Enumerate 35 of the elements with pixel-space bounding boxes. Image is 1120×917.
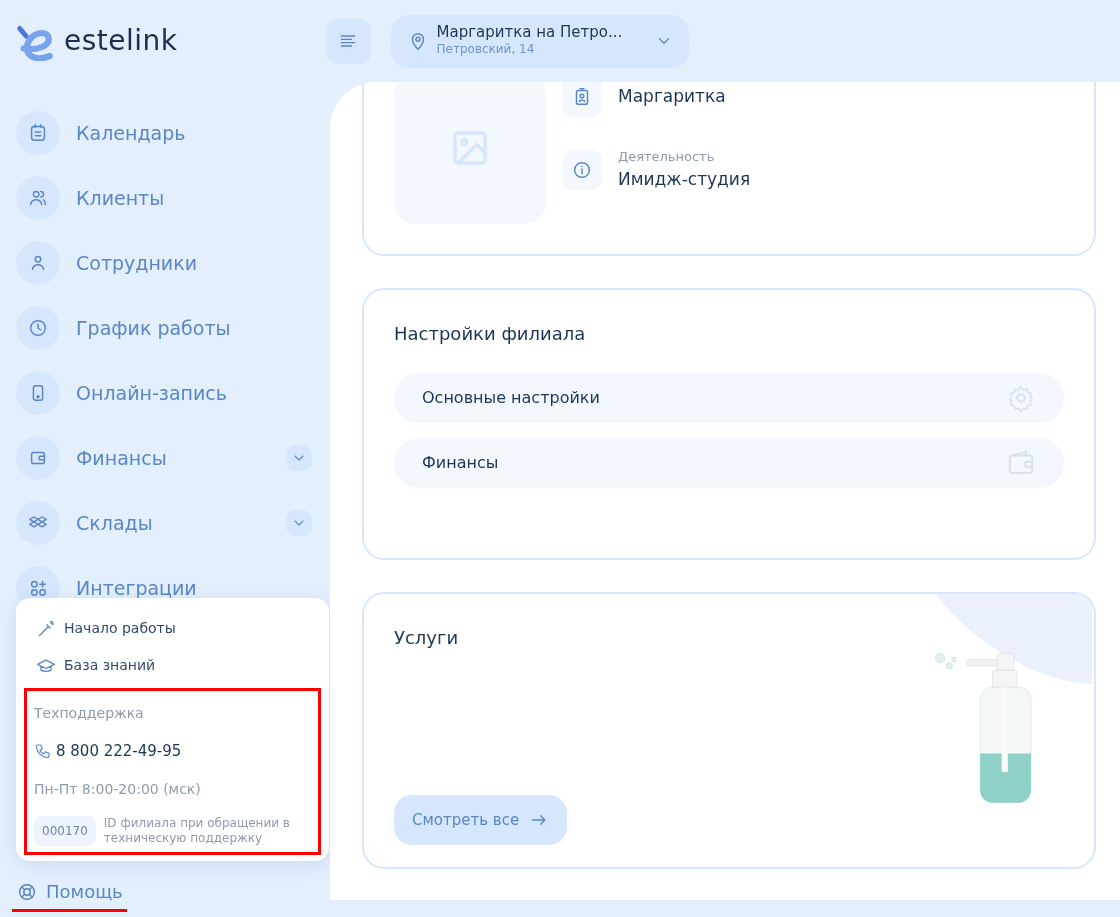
support-hours: Пн-Пт 8:00-20:00 (мск) <box>34 779 202 799</box>
gear-icon <box>1006 383 1036 413</box>
branch-selector[interactable]: Маргаритка на Петро... Петровский, 14 <box>390 14 689 68</box>
help-menu-item[interactable]: База знаний <box>24 647 321 684</box>
field-value: Маргаритка <box>618 85 726 109</box>
sidebar-item[interactable]: График работы <box>0 306 330 350</box>
sidebar-item[interactable]: Сотрудники <box>0 241 330 285</box>
sidebar-item[interactable]: Склады <box>0 501 330 545</box>
card-title: Услуги <box>394 626 460 650</box>
phone-link[interactable]: 8 800 222-49-95 <box>56 740 182 763</box>
sidebar-item[interactable]: Клиенты <box>0 176 330 220</box>
branch-id: 000170 <box>34 815 96 846</box>
help-button[interactable]: Помощь <box>12 876 127 912</box>
support-heading: Техподдержка <box>34 704 145 723</box>
menu-button[interactable] <box>325 18 371 64</box>
clock-icon <box>27 317 49 339</box>
image-icon <box>450 128 490 168</box>
sidebar-item[interactable]: Финансы <box>0 436 330 480</box>
logo-text: estelink <box>64 23 178 59</box>
branch-name: Маргаритка на Петро... <box>436 23 624 41</box>
expand-button[interactable] <box>286 510 312 536</box>
settings-item[interactable]: Финансы <box>394 438 1064 488</box>
sidebar-item[interactable]: Календарь <box>0 111 330 155</box>
expand-button[interactable] <box>286 445 312 471</box>
magic-wand-icon <box>36 618 56 639</box>
phone-icon <box>34 742 52 761</box>
field-value: Имидж-студия <box>618 167 751 191</box>
branch-address: Петровский, 14 <box>436 41 536 59</box>
branch-id-note: ID филиала при обращении в техническую поддержку <box>103 816 291 845</box>
field-label: Деятельность <box>618 148 716 166</box>
help-menu-item[interactable]: Начало работы <box>24 610 321 647</box>
see-all-button[interactable]: Смотреть все <box>394 795 568 845</box>
sidebar-item[interactable]: Онлайн-запись <box>0 371 330 415</box>
settings-item[interactable]: Основные настройки <box>394 373 1064 423</box>
card-title: Настройки филиала <box>394 322 587 346</box>
